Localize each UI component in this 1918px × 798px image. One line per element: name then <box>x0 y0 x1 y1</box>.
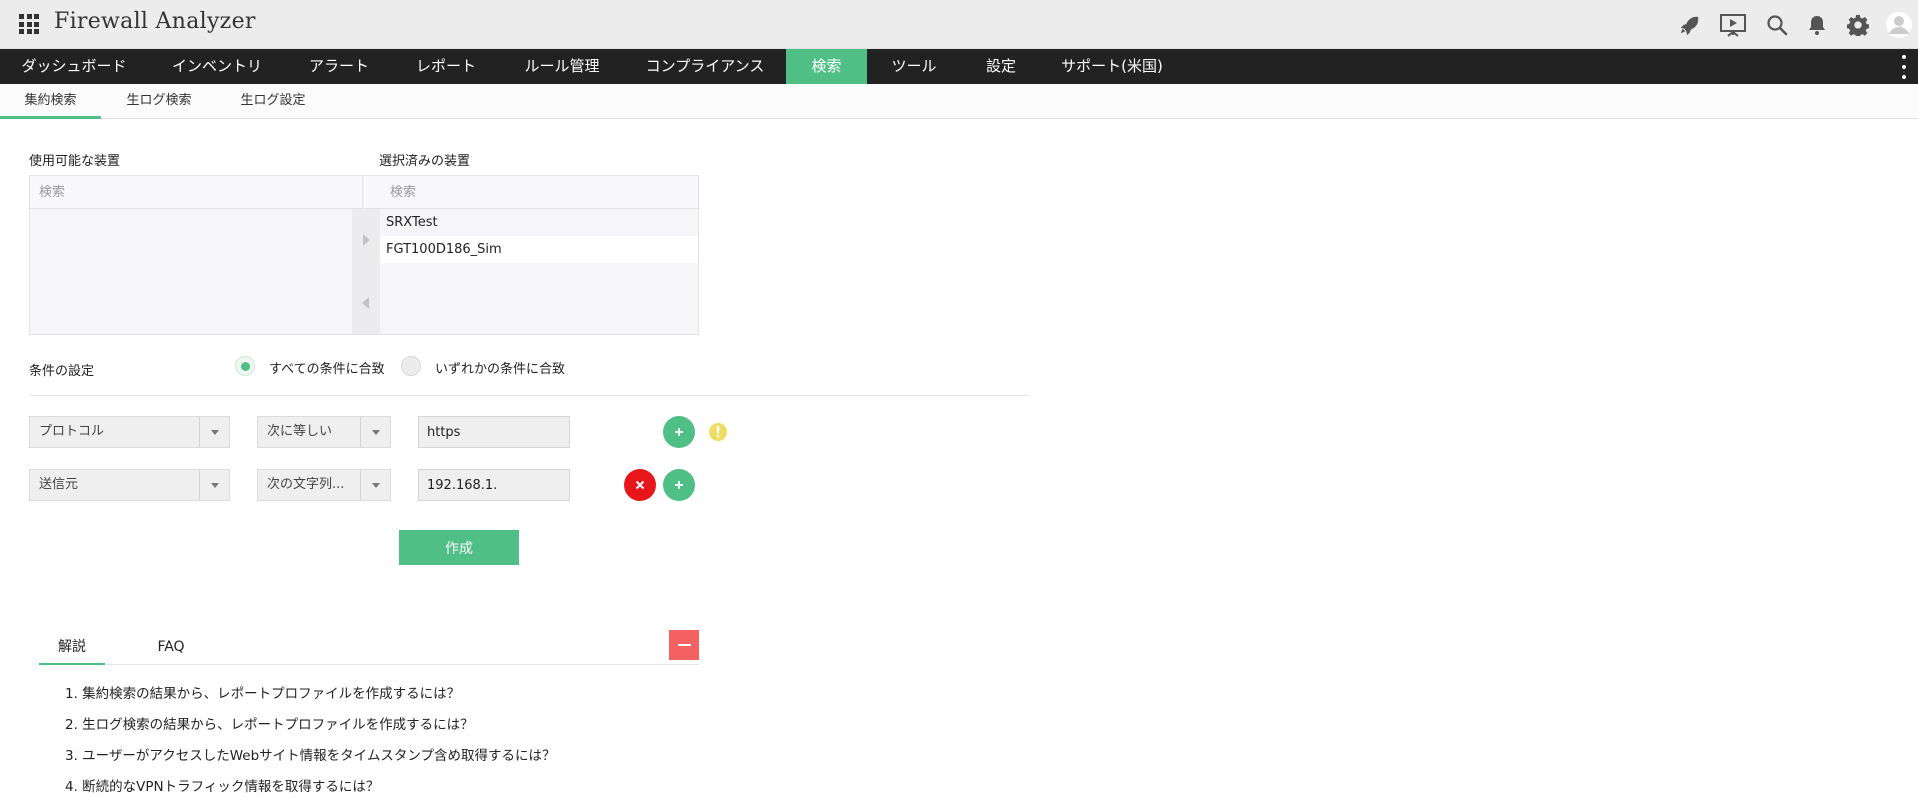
chevron-down-icon <box>199 470 229 500</box>
presentation-icon[interactable] <box>1718 10 1748 40</box>
nav-item-compliance[interactable]: コンプライアンス <box>624 49 786 84</box>
warning-icon <box>709 423 727 441</box>
match-all-radio[interactable] <box>235 356 255 376</box>
selected-devices-search-input[interactable] <box>364 176 698 209</box>
filter-field-value: 送信元 <box>39 477 79 492</box>
search-icon[interactable] <box>1762 10 1792 40</box>
bell-icon[interactable] <box>1802 10 1832 40</box>
remove-condition-button[interactable] <box>624 469 656 501</box>
selected-devices-list: SRXTest FGT100D186_Sim <box>380 209 698 263</box>
chevron-down-icon <box>360 470 390 500</box>
filter-field-value: プロトコル <box>39 424 105 439</box>
help-list-item[interactable]: 4. 断続的なVPNトラフィック情報を取得するには？ <box>65 775 555 798</box>
selected-device-item[interactable]: FGT100D186_Sim <box>380 236 698 263</box>
selected-device-item[interactable]: SRXTest <box>380 209 698 236</box>
nav-item-dashboard[interactable]: ダッシュボード <box>0 49 148 84</box>
move-right-button[interactable] <box>352 209 380 271</box>
match-all-label[interactable]: すべての条件に合致 <box>269 358 385 377</box>
tab-faq[interactable]: FAQ <box>143 630 199 665</box>
app-title: Firewall Analyzer <box>54 9 256 34</box>
move-buttons-column <box>352 209 380 334</box>
nav-item-inventory[interactable]: インベントリ <box>148 49 286 84</box>
chevron-down-icon <box>199 417 229 447</box>
gear-icon[interactable] <box>1843 10 1873 40</box>
rocket-icon[interactable] <box>1674 10 1704 40</box>
help-tabs: 解説 FAQ <box>39 630 699 665</box>
help-list: 1. 集約検索の結果から、レポートプロファイルを作成するには？ 2. 生ログ検索… <box>65 682 555 798</box>
filter-value-input[interactable] <box>418 469 570 501</box>
nav-item-settings[interactable]: 設定 <box>961 49 1041 84</box>
filter-field-select[interactable]: プロトコル <box>29 416 230 448</box>
sub-navigation: 集約検索 生ログ検索 生ログ設定 <box>0 84 1918 119</box>
filter-operator-select[interactable]: 次の文字列... <box>257 469 391 501</box>
available-devices-search-input[interactable] <box>30 176 363 209</box>
divider <box>29 395 1029 396</box>
filter-operator-value: 次に等しい <box>267 424 333 439</box>
collapse-help-button[interactable] <box>669 630 699 660</box>
move-left-button[interactable] <box>352 272 380 334</box>
more-options-icon[interactable] <box>1900 55 1908 79</box>
match-any-radio[interactable] <box>401 356 421 376</box>
app-header: Firewall Analyzer <box>0 0 1918 49</box>
nav-item-tools[interactable]: ツール <box>867 49 961 84</box>
filter-operator-select[interactable]: 次に等しい <box>257 416 391 448</box>
create-button[interactable]: 作成 <box>399 530 519 565</box>
filter-field-select[interactable]: 送信元 <box>29 469 230 501</box>
app-menu-grid-icon[interactable] <box>19 14 39 34</box>
tab-raw-log-search[interactable]: 生ログ検索 <box>101 84 217 119</box>
selected-devices-label: 選択済みの装置 <box>379 154 471 169</box>
device-selector: SRXTest FGT100D186_Sim <box>29 175 699 335</box>
available-devices-label: 使用可能な装置 <box>29 154 121 169</box>
main-navigation: ダッシュボード インベントリ アラート レポート ルール管理 コンプライアンス … <box>0 49 1918 84</box>
filter-value-input[interactable] <box>418 416 570 448</box>
add-condition-button[interactable] <box>663 416 695 448</box>
nav-item-search[interactable]: 検索 <box>786 49 867 84</box>
user-avatar-icon[interactable] <box>1884 10 1914 40</box>
tab-raw-log-settings[interactable]: 生ログ設定 <box>217 84 329 119</box>
help-list-item[interactable]: 3. ユーザーがアクセスしたWebサイト情報をタイムスタンプ含め取得するには？ <box>65 744 555 775</box>
nav-item-rule-management[interactable]: ルール管理 <box>500 49 624 84</box>
add-condition-button[interactable] <box>663 469 695 501</box>
tab-explanation[interactable]: 解説 <box>39 630 105 665</box>
condition-settings-label: 条件の設定 <box>29 364 95 379</box>
nav-item-reports[interactable]: レポート <box>392 49 500 84</box>
help-list-item[interactable]: 1. 集約検索の結果から、レポートプロファイルを作成するには？ <box>65 682 555 713</box>
help-list-item[interactable]: 2. 生ログ検索の結果から、レポートプロファイルを作成するには？ <box>65 713 555 744</box>
tab-aggregate-search[interactable]: 集約検索 <box>0 84 101 119</box>
nav-item-support[interactable]: サポート(米国) <box>1041 49 1183 84</box>
match-any-label[interactable]: いずれかの条件に合致 <box>435 358 565 377</box>
chevron-down-icon <box>360 417 390 447</box>
nav-item-alerts[interactable]: アラート <box>286 49 392 84</box>
filter-operator-value: 次の文字列... <box>267 477 345 492</box>
